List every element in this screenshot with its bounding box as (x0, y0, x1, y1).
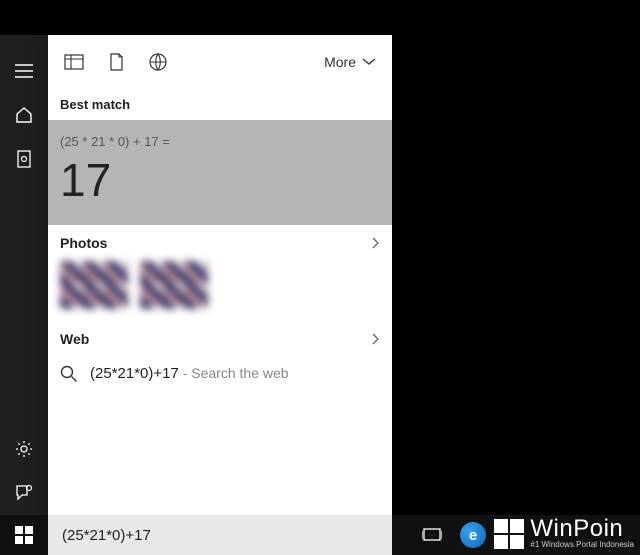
calculator-expression: (25 * 21 * 0) + 17 = (60, 134, 380, 149)
chevron-down-icon (362, 58, 376, 66)
photos-thumbnails (48, 261, 392, 321)
chevron-right-icon (372, 333, 380, 345)
search-input[interactable] (62, 527, 378, 544)
web-hint-text: - Search the web (179, 365, 289, 381)
results-header: More (48, 35, 392, 89)
web-search-item[interactable]: (25*21*0)+17 - Search the web (48, 357, 392, 391)
menu-icon[interactable] (0, 49, 48, 93)
task-view-button[interactable] (412, 515, 452, 555)
documents-filter-icon[interactable] (106, 52, 126, 72)
calculator-result-card[interactable]: (25 * 21 * 0) + 17 = 17 (48, 120, 392, 225)
more-label: More (324, 54, 356, 70)
edge-browser-icon[interactable]: e (460, 522, 486, 548)
apps-filter-icon[interactable] (64, 52, 84, 72)
windows-logo-icon (15, 526, 33, 544)
photos-section-header[interactable]: Photos (48, 225, 392, 261)
photos-title: Photos (60, 235, 107, 251)
home-icon[interactable] (0, 93, 48, 137)
chevron-right-icon (372, 237, 380, 249)
feedback-icon[interactable] (0, 471, 48, 515)
search-results-panel: More Best match (25 * 21 * 0) + 17 = 17 … (48, 35, 392, 515)
start-button[interactable] (0, 515, 48, 555)
photo-thumbnail[interactable] (60, 261, 128, 309)
web-title: Web (60, 331, 89, 347)
calculator-result: 17 (60, 153, 380, 207)
web-query-text: (25*21*0)+17 (90, 365, 179, 382)
cortana-sidebar (0, 35, 48, 515)
photo-thumbnail[interactable] (140, 261, 208, 309)
notebook-icon[interactable] (0, 137, 48, 181)
web-section-header[interactable]: Web (48, 321, 392, 357)
settings-icon[interactable] (0, 427, 48, 471)
web-filter-icon[interactable] (148, 52, 168, 72)
more-filters-button[interactable]: More (324, 54, 376, 70)
best-match-heading: Best match (48, 89, 392, 120)
search-icon (60, 365, 78, 383)
search-box[interactable] (48, 515, 392, 555)
